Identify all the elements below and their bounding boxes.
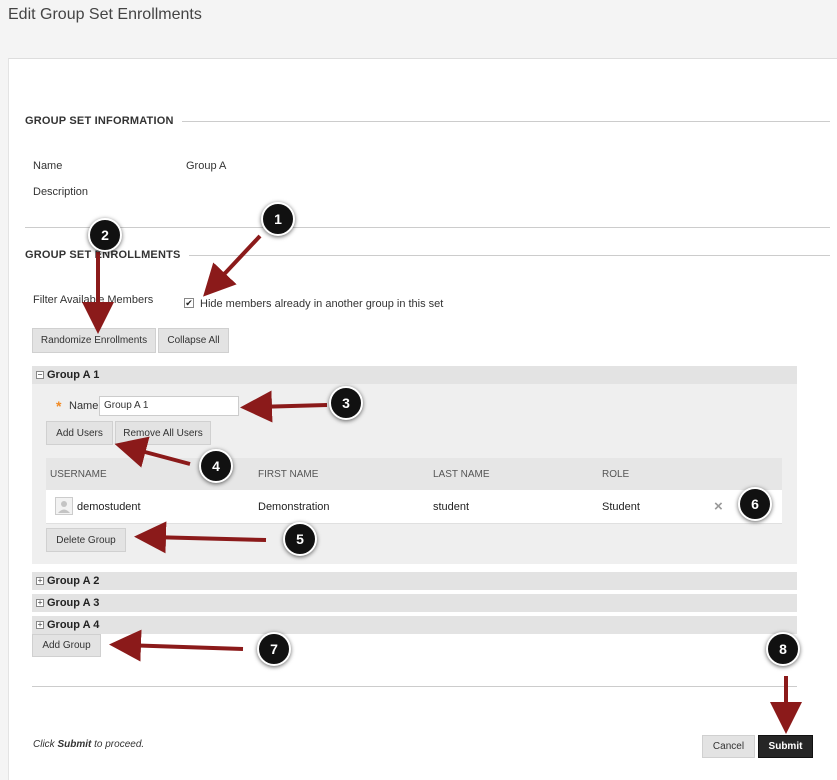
randomize-enrollments-button[interactable]: Randomize Enrollments (32, 328, 156, 353)
group-set-information-heading: GROUP SET INFORMATION (25, 115, 182, 127)
hide-members-label: Hide members already in another group in… (200, 298, 444, 310)
callout-7: 7 (257, 632, 291, 666)
group-title: Group A 3 (47, 597, 100, 609)
footer-hint-bold: Submit (57, 739, 92, 750)
name-value: Group A (186, 160, 227, 172)
group-title: Group A 1 (47, 369, 100, 381)
section-divider (25, 227, 830, 228)
footer-hint-prefix: Click (33, 739, 58, 750)
page-title: Edit Group Set Enrollments (8, 6, 202, 23)
group-header-a1[interactable]: − Group A 1 (32, 366, 797, 384)
group-title: Group A 4 (47, 619, 100, 631)
add-users-button[interactable]: Add Users (46, 421, 113, 445)
callout-8: 8 (766, 632, 800, 666)
last-name-cell: student (433, 501, 470, 513)
collapse-all-button[interactable]: Collapse All (158, 328, 229, 353)
collapse-icon[interactable]: − (36, 371, 44, 379)
filter-label: Filter Available Members (33, 294, 154, 306)
name-label: Name (33, 160, 63, 172)
group-name-input[interactable]: Group A 1 (99, 396, 239, 416)
callout-3: 3 (329, 386, 363, 420)
footer-hint-suffix: to proceed. (91, 739, 145, 750)
cancel-button[interactable]: Cancel (702, 735, 755, 758)
column-header-role[interactable]: ROLE (602, 469, 629, 480)
first-name-cell: Demonstration (258, 501, 330, 513)
group-header-a3[interactable]: + Group A 3 (32, 594, 797, 612)
column-header-username[interactable]: USERNAME (50, 469, 107, 480)
callout-5: 5 (283, 522, 317, 556)
group-header-a4[interactable]: + Group A 4 (32, 616, 797, 634)
expand-icon[interactable]: + (36, 577, 44, 585)
submit-button[interactable]: Submit (758, 735, 813, 758)
callout-6: 6 (738, 487, 772, 521)
table-row: demostudent Demonstration student Studen… (46, 490, 782, 524)
column-header-last-name[interactable]: LAST NAME (433, 469, 490, 480)
required-icon: * (56, 398, 62, 414)
avatar (55, 497, 73, 515)
group-header-a2[interactable]: + Group A 2 (32, 572, 797, 590)
members-table-header: USERNAME FIRST NAME LAST NAME ROLE (46, 458, 782, 490)
footer-hint: Click Submit to proceed. (33, 739, 144, 750)
remove-all-users-button[interactable]: Remove All Users (115, 421, 211, 445)
delete-group-button[interactable]: Delete Group (46, 528, 126, 552)
expand-icon[interactable]: + (36, 599, 44, 607)
role-cell: Student (602, 501, 640, 513)
description-label: Description (33, 186, 89, 198)
callout-4: 4 (199, 449, 233, 483)
callout-1: 1 (261, 202, 295, 236)
expand-icon[interactable]: + (36, 621, 44, 629)
footer-divider (32, 686, 797, 687)
callout-2: 2 (88, 218, 122, 252)
remove-user-icon[interactable]: × (714, 498, 723, 515)
column-header-first-name[interactable]: FIRST NAME (258, 469, 318, 480)
group-name-label: Name (69, 400, 99, 412)
add-group-button[interactable]: Add Group (32, 634, 101, 657)
group-title: Group A 2 (47, 575, 100, 587)
hide-members-checkbox[interactable]: ✔ (184, 298, 194, 308)
username-cell: demostudent (77, 501, 141, 513)
